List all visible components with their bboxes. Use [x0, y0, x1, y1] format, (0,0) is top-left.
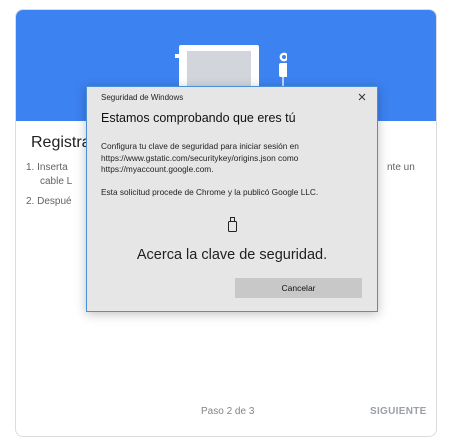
step-2-text: 2. Despué — [26, 196, 72, 207]
windows-security-dialog: Seguridad de Windows Estamos comprobando… — [86, 86, 378, 312]
step-1-text: 1. Inserta — [26, 162, 68, 173]
step-counter: Paso 2 de 3 — [201, 406, 255, 417]
step-1-text-suffix: nte un — [387, 162, 415, 173]
dialog-window-title: Seguridad de Windows — [101, 93, 184, 102]
dialog-body-text: Configura tu clave de seguridad para ini… — [101, 141, 299, 174]
cancel-button[interactable]: Cancelar — [235, 278, 362, 298]
usb-key-icon — [228, 217, 237, 232]
close-icon[interactable] — [356, 91, 368, 103]
next-button[interactable]: SIGUIENTE — [370, 406, 427, 417]
step-1-text-cont: cable L — [40, 176, 73, 187]
dialog-source-text: Esta solicitud procede de Chrome y la pu… — [101, 187, 319, 197]
dialog-heading: Estamos comprobando que eres tú — [101, 111, 296, 125]
dialog-action-text: Acerca la clave de seguridad. — [136, 247, 328, 263]
